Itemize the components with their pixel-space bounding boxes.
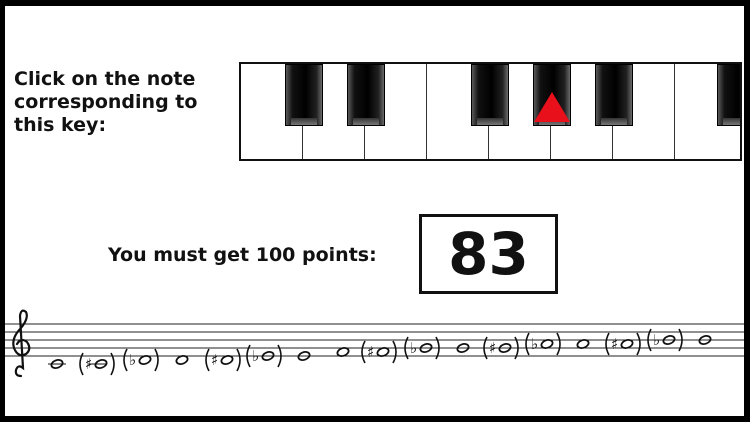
paren-right (236, 348, 241, 372)
game-screen: Click on the note corresponding to this … (5, 6, 744, 416)
black-key-a-sharp[interactable] (595, 64, 633, 126)
paren-left (123, 348, 128, 372)
note-choice[interactable] (48, 358, 66, 369)
note-choices: ♯ ♭ ♯ ♭ ♯ ♭ ♯ ♭ ♯ ♭ (48, 328, 712, 376)
music-staff: ♯ ♭ ♯ ♭ ♯ ♭ ♯ ♭ ♯ ♭ (5, 309, 744, 378)
paren-right (636, 332, 641, 356)
note-choice[interactable]: ♭ (123, 348, 159, 372)
flat-icon: ♭ (531, 335, 538, 353)
paren-right (392, 340, 397, 364)
note-choice[interactable]: ♯ (605, 332, 641, 356)
sharp-icon: ♯ (367, 343, 374, 361)
paren-left (605, 332, 610, 356)
paren-left (361, 340, 366, 364)
sharp-icon: ♯ (211, 351, 218, 369)
paren-left (525, 332, 530, 356)
flat-icon: ♭ (129, 351, 136, 369)
key-marker-icon (534, 92, 570, 122)
flat-icon: ♭ (410, 339, 417, 357)
note-choice[interactable]: ♭ (525, 332, 561, 356)
staff-lines (5, 323, 744, 357)
black-key-c-sharp-high[interactable] (717, 64, 740, 126)
black-key-f-sharp[interactable] (471, 64, 509, 126)
black-key-d-sharp[interactable] (347, 64, 385, 126)
score-display: 83 (419, 214, 558, 294)
sharp-icon: ♯ (611, 335, 618, 353)
note-choice[interactable]: ♯ (205, 348, 241, 372)
goal-label: You must get 100 points: (108, 244, 377, 266)
sharp-icon: ♯ (489, 339, 496, 357)
paren-left (205, 348, 210, 372)
flat-icon: ♭ (653, 331, 660, 349)
note-choice[interactable]: ♯ (361, 340, 397, 364)
paren-right (556, 332, 561, 356)
paren-right (154, 348, 159, 372)
flat-icon: ♭ (252, 347, 259, 365)
black-key-g-sharp[interactable] (533, 64, 571, 126)
score-value: 83 (448, 220, 529, 288)
instruction-text: Click on the note corresponding to this … (14, 68, 198, 136)
black-key-c-sharp[interactable] (285, 64, 323, 126)
piano-keyboard (239, 62, 742, 161)
treble-clef-icon (12, 309, 31, 378)
